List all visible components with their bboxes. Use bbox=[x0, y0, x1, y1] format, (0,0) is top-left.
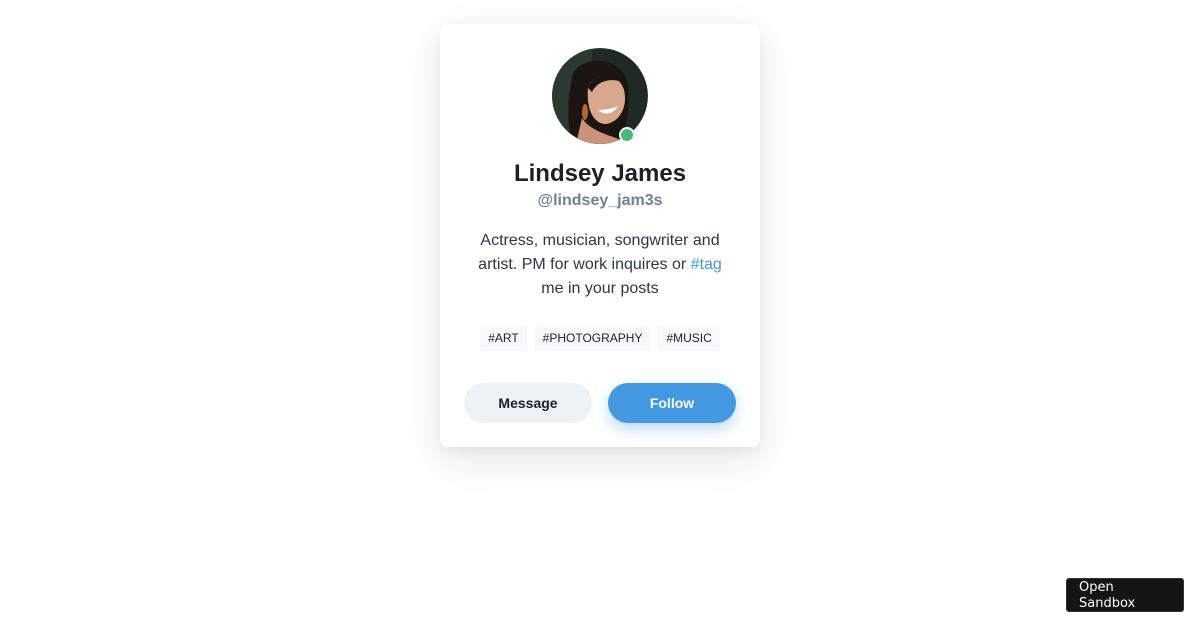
tag-art[interactable]: #ART bbox=[480, 325, 527, 351]
bio-text-start: Actress, musician, songwriter and artist… bbox=[478, 232, 720, 273]
open-sandbox-button[interactable]: Open Sandbox bbox=[1066, 578, 1184, 612]
follow-button[interactable]: Follow bbox=[608, 383, 736, 423]
tag-list: #ART #PHOTOGRAPHY #MUSIC bbox=[440, 325, 760, 351]
tag-photography[interactable]: #PHOTOGRAPHY bbox=[534, 325, 651, 351]
profile-name: Lindsey James bbox=[513, 160, 687, 187]
profile-handle: @lindsey_jam3s bbox=[537, 192, 663, 209]
profile-bio: Actress, musician, songwriter and artist… bbox=[472, 229, 728, 301]
profile-card: Lindsey James @lindsey_jam3s Actress, mu… bbox=[440, 24, 760, 447]
bio-hashtag-link[interactable]: #tag bbox=[691, 256, 722, 273]
online-status-indicator bbox=[619, 127, 635, 143]
avatar-container bbox=[552, 48, 648, 144]
tag-music[interactable]: #MUSIC bbox=[658, 325, 720, 351]
action-buttons: Message Follow bbox=[464, 383, 736, 423]
bio-text-end: me in your posts bbox=[541, 280, 659, 297]
page: Lindsey James @lindsey_jam3s Actress, mu… bbox=[0, 0, 1200, 630]
message-button[interactable]: Message bbox=[464, 383, 592, 423]
